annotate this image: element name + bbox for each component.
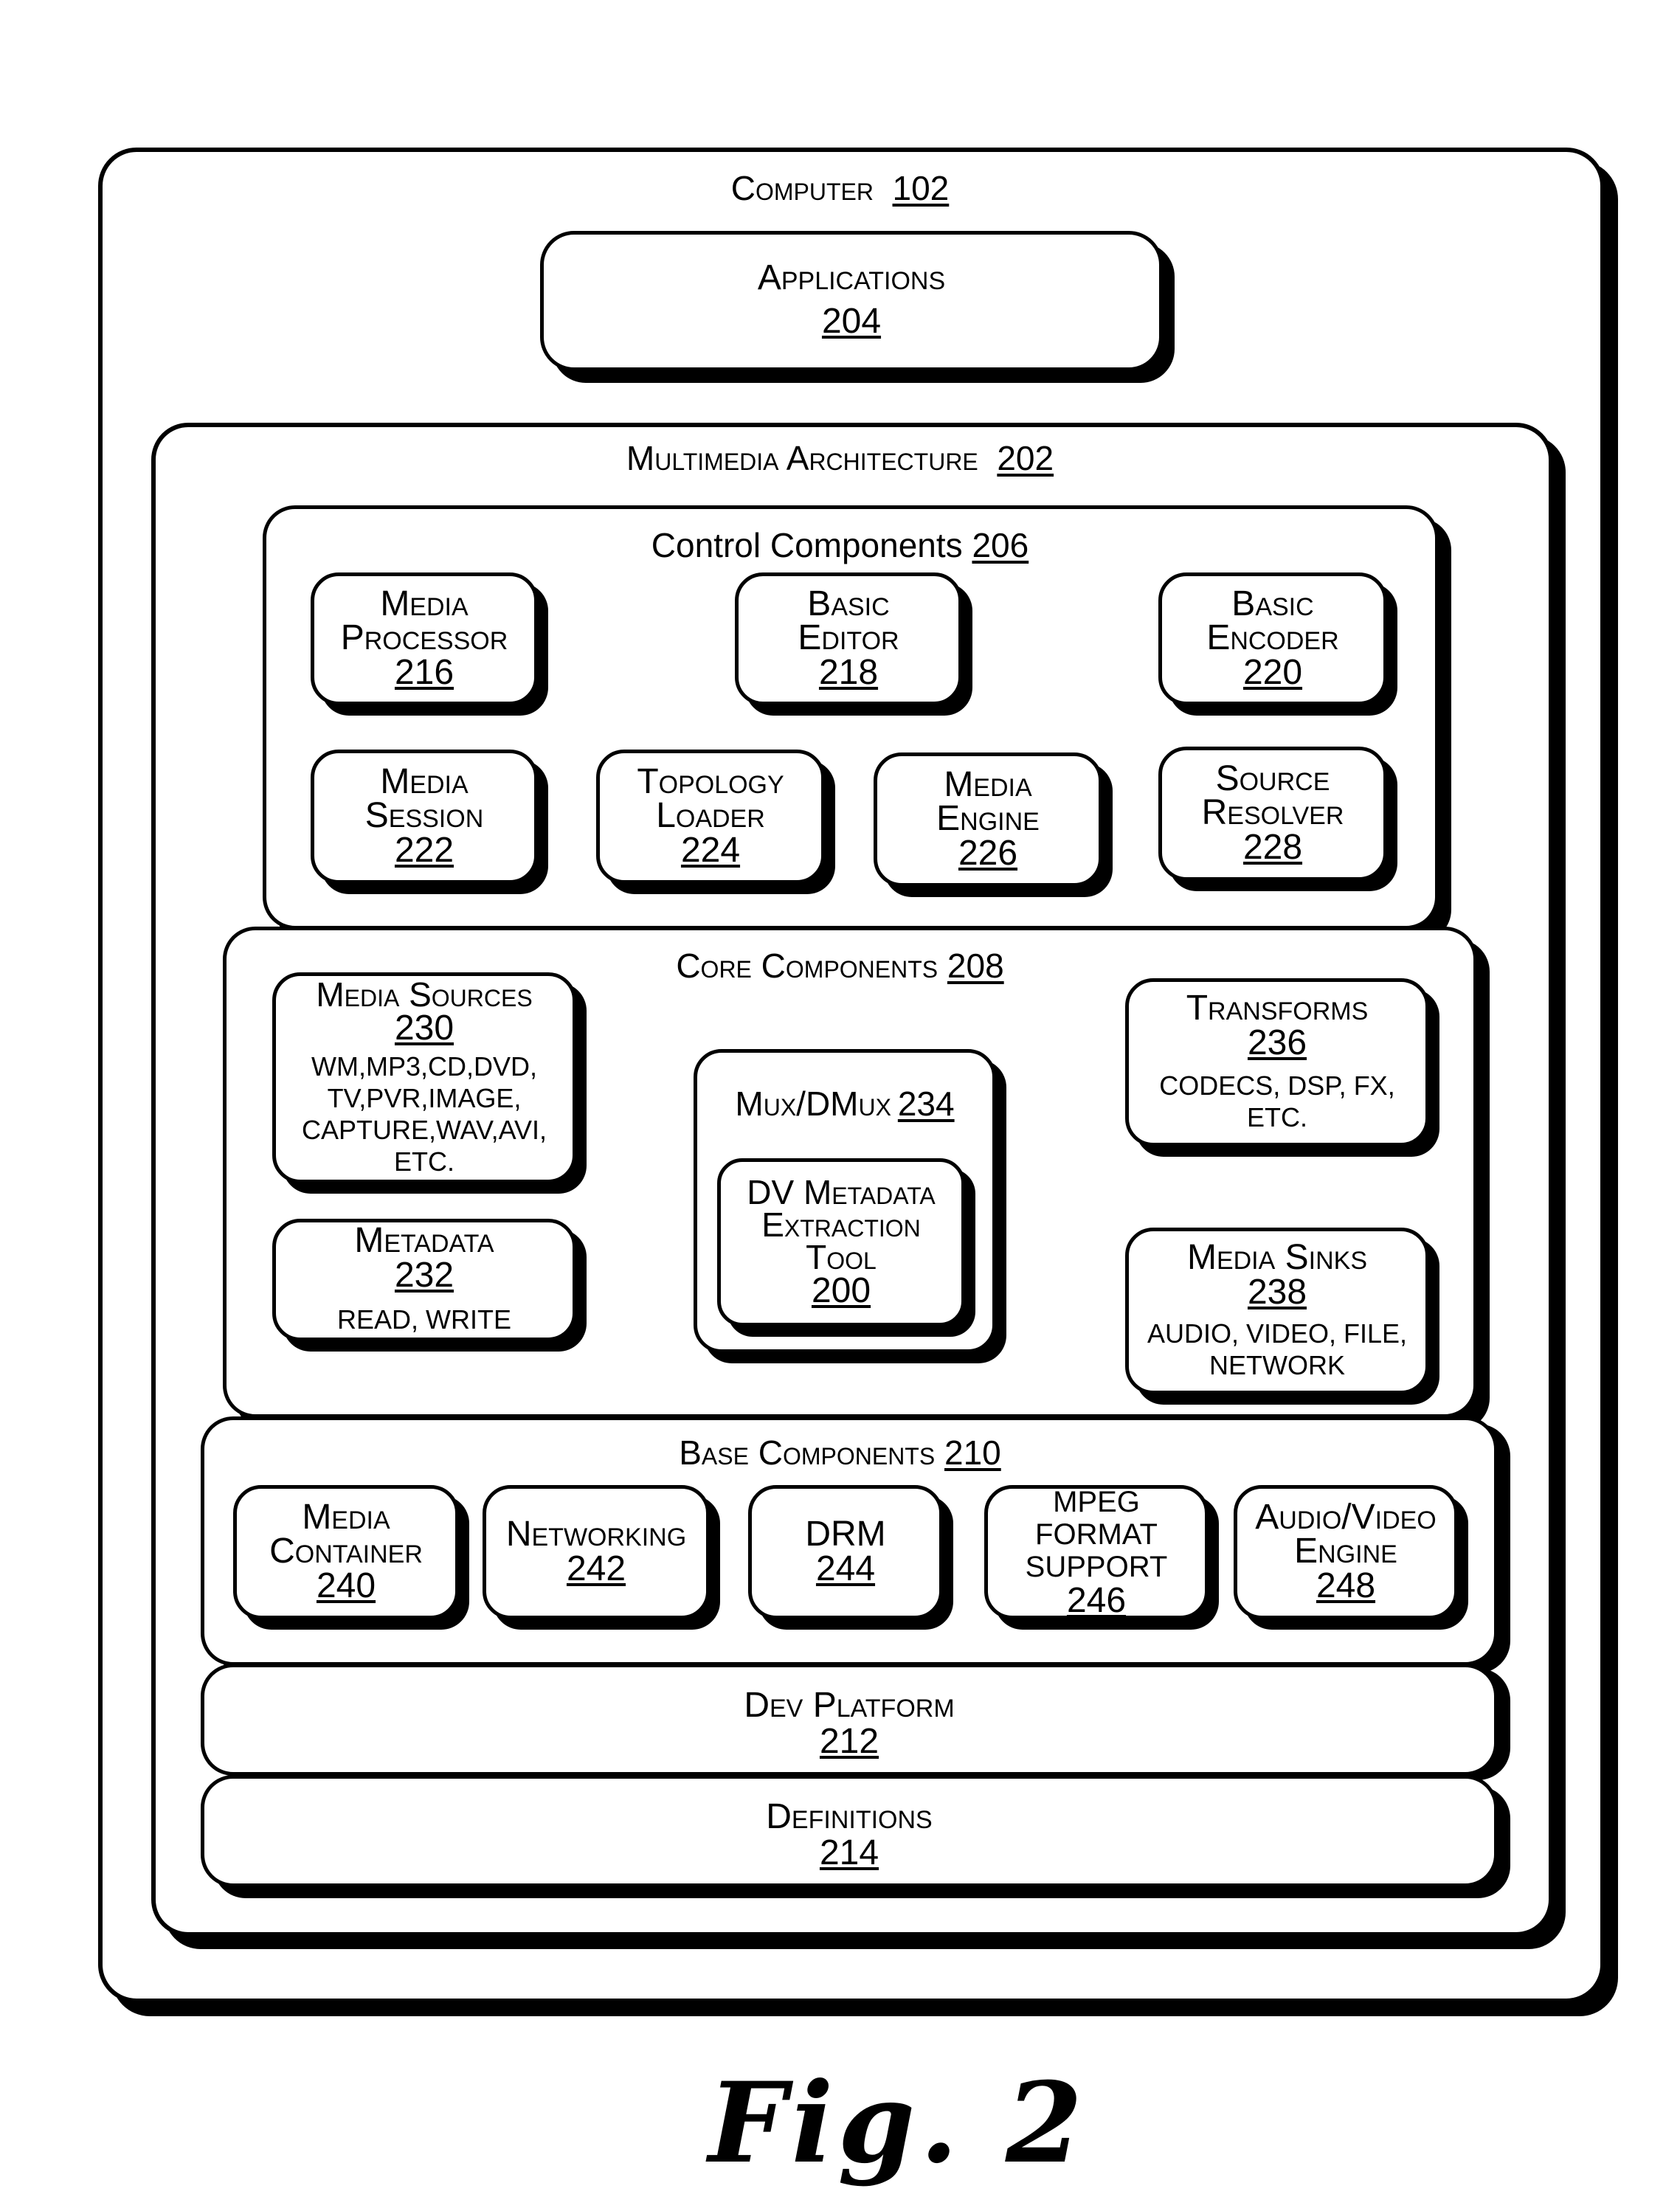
networking-label: Networking bbox=[505, 1514, 687, 1554]
transforms-label: Transforms bbox=[1186, 988, 1369, 1028]
media-engine-label: Media Engine bbox=[936, 764, 1040, 838]
topology-loader-ref: 224 bbox=[680, 831, 741, 871]
source-resolver-ref: 228 bbox=[1242, 828, 1303, 868]
core-components-title: Core Components 208 bbox=[0, 949, 1680, 983]
transforms-ref: 236 bbox=[1247, 1023, 1307, 1062]
drm-ref: 244 bbox=[815, 1549, 876, 1589]
control-components-title: Control Components 206 bbox=[0, 528, 1680, 562]
source-resolver-label: Source Resolver bbox=[1201, 758, 1344, 832]
dev-platform-ref: 212 bbox=[819, 1722, 879, 1761]
media-sources-label: Media Sources bbox=[316, 975, 533, 1014]
media-session-ref: 222 bbox=[394, 831, 454, 871]
multimedia-architecture-ref: 202 bbox=[997, 439, 1054, 477]
transforms-box: Transforms 236 CODECS, DSP, FX, ETC. bbox=[1125, 978, 1429, 1146]
mpeg-format-support-label: MPEG FORMAT SUPPORT bbox=[1025, 1486, 1168, 1583]
metadata-ref: 232 bbox=[394, 1256, 454, 1295]
mux-dmux-ref: 234 bbox=[897, 1084, 955, 1123]
metadata-box: Metadata 232 READ, WRITE bbox=[272, 1219, 576, 1341]
basic-editor-label: Basic Editor bbox=[798, 584, 899, 657]
media-session-box: Media Session 222 bbox=[311, 750, 538, 884]
core-components-label: Core Components bbox=[676, 947, 938, 985]
audio-video-engine-label: Audio/Video Engine bbox=[1255, 1497, 1437, 1571]
mux-dmux-label: Mux/DMux bbox=[735, 1084, 891, 1123]
media-engine-box: Media Engine 226 bbox=[874, 752, 1102, 887]
media-processor-box: Media Processor 216 bbox=[311, 572, 538, 705]
media-container-box: Media Container 240 bbox=[233, 1485, 459, 1619]
media-container-label: Media Container bbox=[269, 1497, 423, 1571]
networking-ref: 242 bbox=[566, 1549, 626, 1589]
dv-metadata-extraction-tool-box: DV Metadata Extraction Tool 200 bbox=[717, 1158, 965, 1326]
control-components-label: Control Components bbox=[651, 526, 963, 564]
mpeg-format-support-ref: 246 bbox=[1066, 1581, 1127, 1620]
basic-editor-ref: 218 bbox=[818, 653, 879, 693]
multimedia-architecture-label: Multimedia Architecture bbox=[626, 439, 978, 477]
networking-box: Networking 242 bbox=[483, 1485, 710, 1619]
dv-metadata-extraction-tool-ref: 200 bbox=[811, 1271, 871, 1311]
media-sinks-ref: 238 bbox=[1247, 1272, 1307, 1312]
drm-box: DRM 244 bbox=[748, 1485, 943, 1619]
media-processor-ref: 216 bbox=[394, 653, 454, 693]
definitions-box: Definitions 214 bbox=[201, 1775, 1498, 1887]
basic-encoder-label: Basic Encoder bbox=[1206, 584, 1339, 657]
applications-label: Applications bbox=[757, 258, 946, 297]
basic-encoder-box: Basic Encoder 220 bbox=[1158, 572, 1387, 705]
media-sources-formats: WM,MP3,CD,DVD, TV,PVR,IMAGE, CAPTURE,WAV… bbox=[301, 1051, 547, 1177]
base-components-title: Base Components 210 bbox=[0, 1436, 1680, 1470]
basic-encoder-ref: 220 bbox=[1242, 653, 1303, 693]
transforms-types: CODECS, DSP, FX, ETC. bbox=[1159, 1070, 1395, 1133]
topology-loader-box: Topology Loader 224 bbox=[596, 750, 825, 884]
media-sinks-box: Media Sinks 238 AUDIO, VIDEO, FILE, NETW… bbox=[1125, 1228, 1429, 1394]
metadata-operations: READ, WRITE bbox=[336, 1304, 511, 1335]
computer-label: Computer bbox=[730, 169, 874, 207]
source-resolver-box: Source Resolver 228 bbox=[1158, 747, 1387, 881]
media-sinks-types: AUDIO, VIDEO, FILE, NETWORK bbox=[1147, 1318, 1408, 1381]
dev-platform-box: Dev Platform 212 bbox=[201, 1664, 1498, 1776]
media-sources-ref: 230 bbox=[394, 1008, 454, 1048]
media-container-ref: 240 bbox=[316, 1566, 376, 1606]
computer-title: Computer 102 bbox=[0, 171, 1680, 205]
applications-ref: 204 bbox=[821, 302, 882, 341]
definitions-ref: 214 bbox=[819, 1833, 879, 1872]
multimedia-architecture-title: Multimedia Architecture 202 bbox=[0, 441, 1680, 475]
core-components-ref: 208 bbox=[947, 947, 1004, 985]
figure-caption: Fig. 2 bbox=[708, 2058, 1088, 2188]
audio-video-engine-ref: 248 bbox=[1316, 1566, 1376, 1606]
media-sources-box: Media Sources 230 WM,MP3,CD,DVD, TV,PVR,… bbox=[272, 972, 576, 1183]
basic-editor-box: Basic Editor 218 bbox=[735, 572, 962, 705]
media-sinks-label: Media Sinks bbox=[1186, 1237, 1368, 1277]
metadata-label: Metadata bbox=[354, 1221, 494, 1261]
mpeg-format-support-box: MPEG FORMAT SUPPORT 246 bbox=[984, 1485, 1209, 1619]
media-session-label: Media Session bbox=[364, 761, 484, 835]
base-components-ref: 210 bbox=[944, 1433, 1001, 1472]
definitions-label: Definitions bbox=[766, 1797, 933, 1836]
applications-box: Applications 204 bbox=[540, 231, 1163, 371]
dv-metadata-extraction-tool-label: DV Metadata Extraction Tool bbox=[747, 1172, 936, 1277]
media-processor-label: Media Processor bbox=[340, 584, 508, 657]
control-components-ref: 206 bbox=[972, 526, 1029, 564]
topology-loader-label: Topology Loader bbox=[637, 761, 784, 835]
base-components-label: Base Components bbox=[679, 1433, 936, 1472]
computer-ref: 102 bbox=[892, 169, 950, 207]
drm-label: DRM bbox=[805, 1514, 886, 1554]
dev-platform-label: Dev Platform bbox=[744, 1686, 955, 1725]
media-engine-ref: 226 bbox=[958, 834, 1018, 873]
audio-video-engine-box: Audio/Video Engine 248 bbox=[1234, 1485, 1458, 1619]
